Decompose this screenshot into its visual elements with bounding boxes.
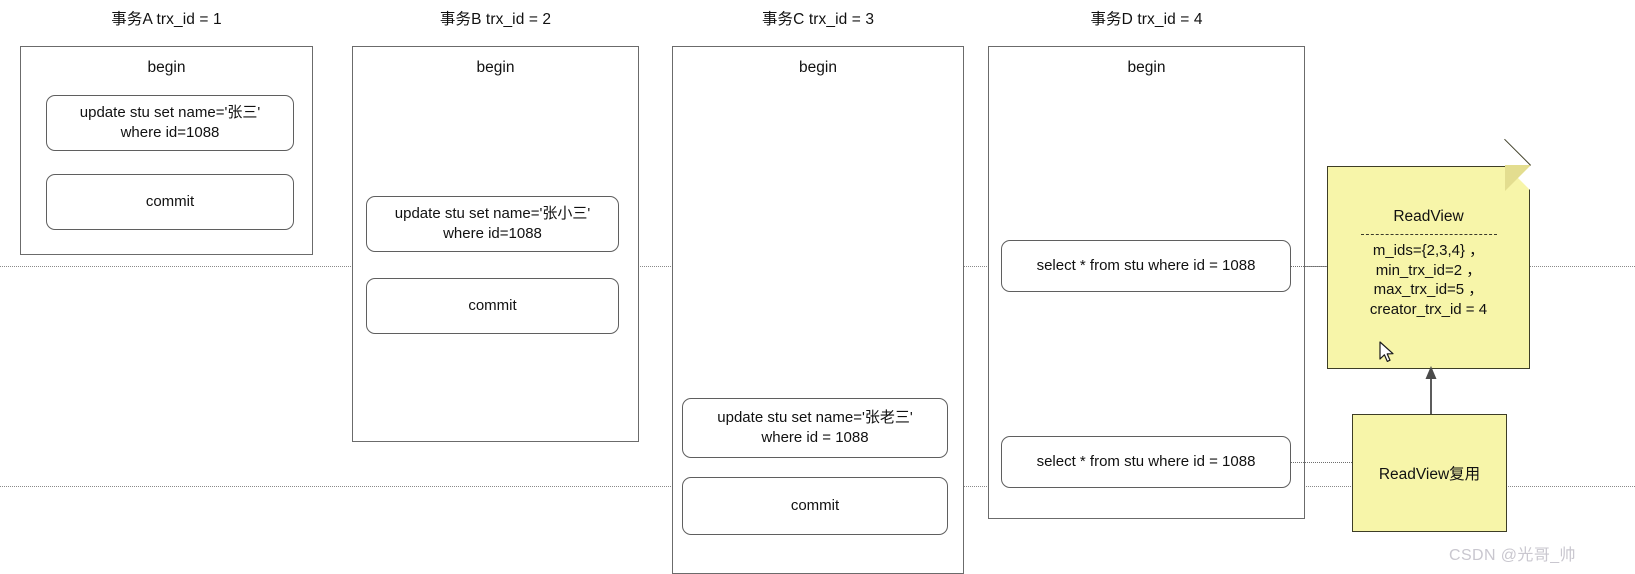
- transaction-c-statement-update-line2: where id = 1088: [761, 429, 869, 446]
- transaction-a-statement-update-line1: update stu set name='张三': [79, 104, 261, 122]
- readview-note-content: ReadView m_ids={2,3,4} ， min_trx_id=2 ， …: [1327, 166, 1530, 369]
- transaction-d-statement-select-first[interactable]: select * from stu where id = 1088: [1001, 240, 1291, 292]
- transaction-a-statement-commit[interactable]: commit: [46, 174, 294, 230]
- readview-reuse-note-label: ReadView复用: [1378, 466, 1481, 483]
- transaction-b-statement-commit[interactable]: commit: [366, 278, 619, 334]
- mouse-cursor-icon: [1379, 341, 1394, 362]
- transaction-c-statement-update[interactable]: update stu set name='张老三' where id = 108…: [682, 398, 948, 458]
- readview-field-m-ids: m_ids={2,3,4} ，: [1372, 242, 1485, 259]
- transaction-d-statement-select-second-line1: select * from stu where id = 1088: [1036, 453, 1256, 471]
- arrow-reuse-to-readview: [1425, 366, 1437, 414]
- transaction-a-statement-update-line2: where id=1088: [120, 124, 220, 141]
- transaction-b-statement-update[interactable]: update stu set name='张小三' where id=1088: [366, 196, 619, 252]
- transaction-c-statement-update-line1: update stu set name='张老三': [717, 409, 913, 427]
- transaction-a-begin-label: begin: [147, 59, 186, 76]
- transaction-b-statement-update-line1: update stu set name='张小三': [394, 205, 591, 223]
- transaction-d-header: 事务D trx_id = 4: [1090, 11, 1203, 28]
- connector-second-select-to-reuse-note: [1291, 462, 1352, 463]
- transaction-b-header: 事务B trx_id = 2: [439, 11, 552, 28]
- readview-note-fields: m_ids={2,3,4} ， min_trx_id=2 ， max_trx_i…: [1370, 241, 1487, 319]
- transaction-d-statement-select-second[interactable]: select * from stu where id = 1088: [1001, 436, 1291, 488]
- transaction-c-statement-commit-line1: commit: [790, 497, 840, 515]
- readview-reuse-note: ReadView复用: [1352, 414, 1507, 532]
- readview-field-min-trx-id: min_trx_id=2 ，: [1375, 261, 1482, 279]
- transaction-b-begin-label: begin: [476, 59, 515, 76]
- transaction-a-statement-update[interactable]: update stu set name='张三' where id=1088: [46, 95, 294, 151]
- transaction-c-header: 事务C trx_id = 3: [761, 11, 875, 28]
- transaction-d-begin-label: begin: [1127, 59, 1166, 76]
- transaction-a-header: 事务A trx_id = 1: [111, 11, 222, 28]
- transaction-d-statement-select-first-line1: select * from stu where id = 1088: [1036, 257, 1256, 275]
- watermark-text: CSDN @光哥_帅: [1449, 547, 1576, 564]
- diagram-canvas: 事务A trx_id = 1 begin update stu set name…: [0, 0, 1635, 574]
- readview-note-divider: [1360, 234, 1497, 235]
- transaction-c-statement-commit[interactable]: commit: [682, 477, 948, 535]
- transaction-a-statement-commit-line1: commit: [145, 193, 195, 211]
- readview-field-max-trx-id: max_trx_id=5 ，: [1373, 281, 1484, 298]
- connector-first-select-to-readview: [1291, 266, 1328, 267]
- transaction-b-statement-commit-line1: commit: [468, 297, 517, 315]
- readview-note-fold-edge: [1503, 138, 1531, 166]
- transaction-b-statement-update-line2: where id=1088: [443, 225, 542, 242]
- readview-field-creator-trx-id: creator_trx_id = 4: [1369, 300, 1488, 318]
- readview-note: ReadView m_ids={2,3,4} ， min_trx_id=2 ， …: [1327, 138, 1531, 369]
- transaction-c-begin-label: begin: [799, 59, 837, 76]
- readview-note-title: ReadView: [1393, 208, 1464, 225]
